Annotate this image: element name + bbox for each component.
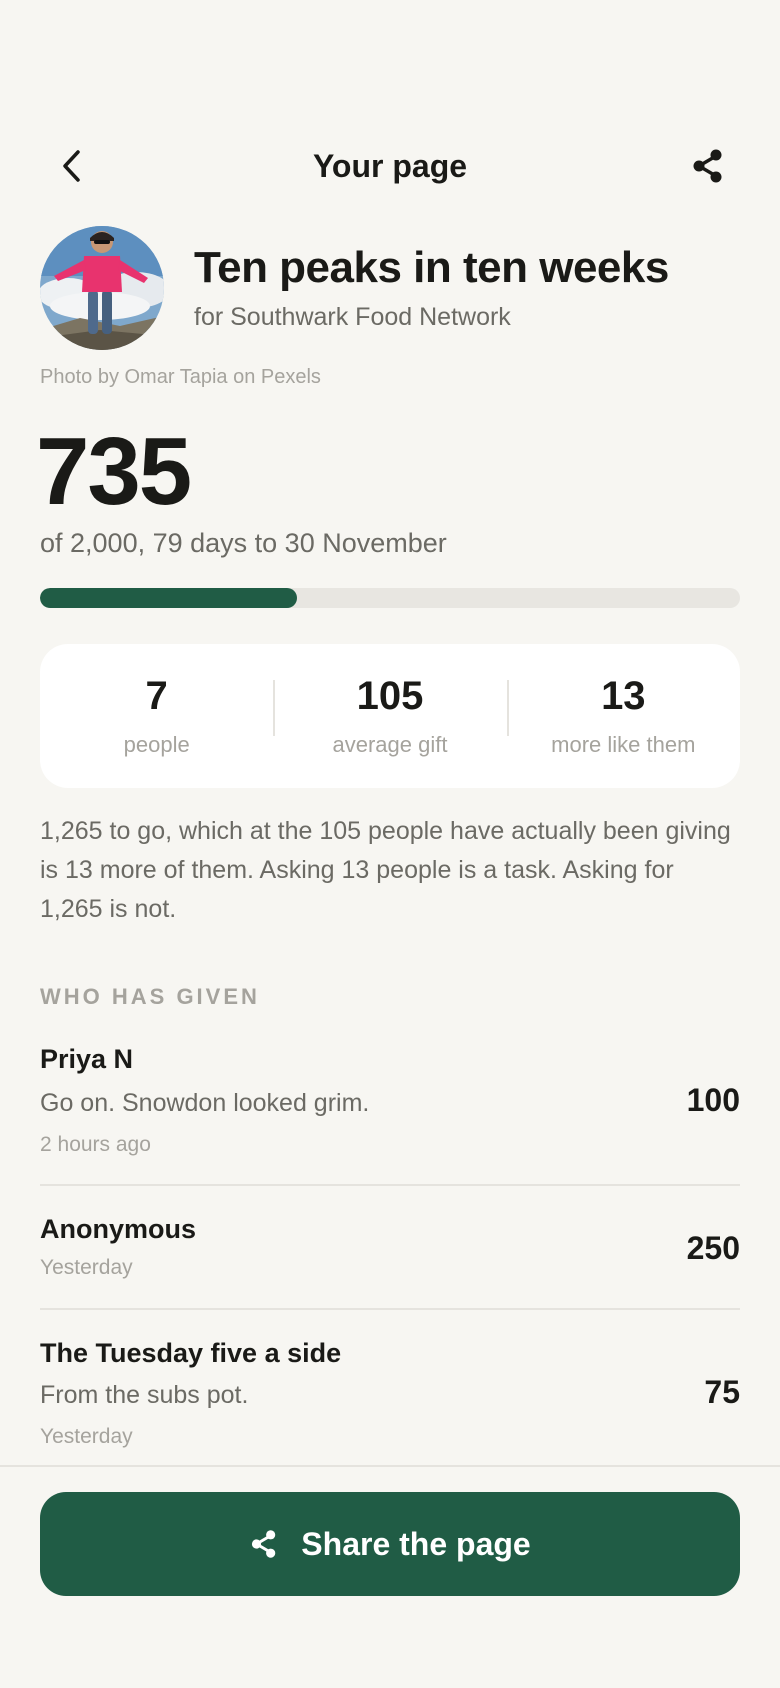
campaign-header: Ten peaks in ten weeks for Southwark Foo… [40, 226, 740, 350]
divider [40, 1184, 740, 1186]
stat-people: 7 people [40, 674, 273, 758]
campaign-photo [40, 226, 164, 350]
chevron-left-icon [63, 150, 80, 182]
campaign-title: Ten peaks in ten weeks [194, 243, 669, 293]
top-bar: Your page [40, 130, 740, 202]
stat-value: 105 [356, 674, 424, 718]
stat-label: people [123, 732, 190, 757]
stat-average-gift: 105 average gift [273, 674, 506, 758]
photo-credit: Photo by Omar Tapia on Pexels [40, 366, 321, 388]
stat-label: more like them [551, 732, 696, 757]
target-summary: of 2,000, 79 days to 30 November [40, 528, 447, 558]
list-item[interactable]: Priya N Go on. Snowdon looked grim. 2 ho… [40, 1044, 740, 1164]
donor-message: Go on. Snowdon looked grim. [40, 1089, 370, 1117]
campaign-beneficiary: for Southwark Food Network [194, 302, 511, 331]
donor-name: The Tuesday five a side [40, 1338, 342, 1368]
donor-name: Anonymous [40, 1214, 197, 1244]
divider [40, 1308, 740, 1310]
progress-fill [40, 588, 298, 608]
stat-label: average gift [332, 732, 448, 757]
donor-time: Yesterday [40, 1256, 133, 1279]
share-page-label: Share the page [301, 1525, 531, 1562]
stat-value: 7 [145, 674, 168, 718]
share-icon [252, 1530, 276, 1558]
bottom-bar-divider [0, 1465, 780, 1467]
back-button[interactable] [40, 134, 104, 198]
donor-time: 2 hours ago [40, 1133, 151, 1156]
stat-value: 13 [601, 674, 646, 718]
donor-name: Priya N [40, 1044, 134, 1074]
total-raised: 735 [36, 418, 192, 525]
donor-amount: 75 [704, 1374, 740, 1410]
share-icon-button[interactable] [676, 134, 740, 198]
explainer-text: 1,265 to go, which at the 105 people hav… [40, 817, 731, 923]
share-page-button[interactable]: Share the page [40, 1492, 740, 1596]
stat-more-like-them: 13 more like them [506, 674, 740, 758]
campaign-title-block: Ten peaks in ten weeks for Southwark Foo… [194, 243, 669, 331]
share-icon [693, 149, 722, 183]
page-title: Your page [312, 147, 468, 184]
progress-bar [40, 588, 740, 608]
donor-message: From the subs pot. [40, 1381, 249, 1409]
stats-card: 7 people 105 average gift 13 more like t… [40, 644, 740, 788]
campaign-page: Your page Ten peaks in ten weeks for Sou… [0, 0, 780, 1688]
donor-amount: 250 [686, 1230, 740, 1266]
donors-heading: WHO HAS GIVEN [40, 984, 260, 1009]
list-item[interactable]: Anonymous Yesterday 250 [40, 1212, 740, 1282]
donor-amount: 100 [686, 1082, 740, 1118]
list-item[interactable]: The Tuesday five a side From the subs po… [40, 1336, 740, 1456]
donor-time: Yesterday [40, 1425, 133, 1448]
